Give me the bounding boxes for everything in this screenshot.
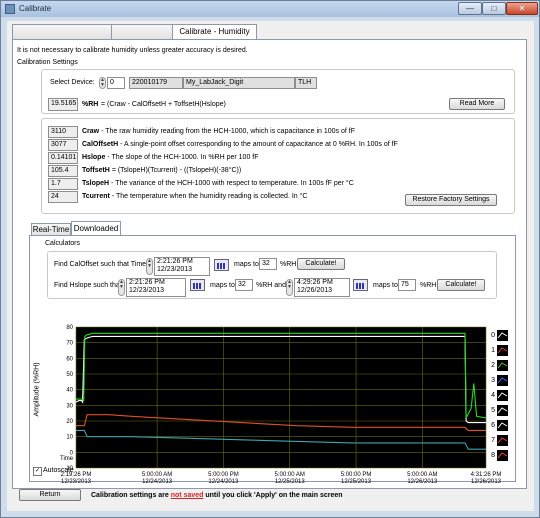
tab-calibrate-humidity[interactable]: Calibrate - Humidity bbox=[172, 24, 257, 40]
x-tick-date: 12/23/2013 bbox=[61, 479, 92, 485]
tab-1[interactable] bbox=[12, 24, 112, 39]
y-tick-label: 40 bbox=[66, 388, 73, 394]
x-tick-date: 12/26/2013 bbox=[407, 479, 438, 485]
calibrate-window: Calibrate — □ ✕ Calibrate - Humidity It … bbox=[0, 0, 540, 518]
x-tick-label: 5:00:00 PM bbox=[208, 472, 239, 478]
maximize-button[interactable]: □ bbox=[482, 2, 506, 15]
x-tick-label: 5:00:00 PM bbox=[341, 472, 372, 478]
legend-label: 4 bbox=[491, 392, 495, 399]
x-tick-label: 5:00:00 AM bbox=[407, 472, 437, 478]
plot-background bbox=[76, 327, 486, 468]
legend-label: 8 bbox=[491, 452, 495, 459]
window-title: Calibrate bbox=[19, 4, 52, 13]
y-tick-label: 50 bbox=[66, 372, 73, 378]
client-area: Calibrate - Humidity It is not necessary… bbox=[7, 21, 534, 511]
y-tick-label: 10 bbox=[66, 435, 73, 441]
return-button[interactable]: Return bbox=[19, 489, 81, 501]
humidity-tab-panel: It is not necessary to calibrate humidit… bbox=[12, 39, 527, 489]
tab-2[interactable] bbox=[111, 24, 173, 39]
legend-label: 0 bbox=[491, 332, 495, 339]
legend-label: 7 bbox=[491, 437, 495, 444]
x-tick-date: 12/24/2013 bbox=[142, 479, 173, 485]
x-tick-label: 5:00:00 AM bbox=[275, 472, 305, 478]
x-tick-date: 12/24/2013 bbox=[208, 479, 239, 485]
save-warning: Calibration settings are not saved until… bbox=[91, 492, 343, 499]
y-tick-label: 70 bbox=[66, 341, 73, 347]
y-tick-label: 20 bbox=[66, 419, 73, 425]
legend-label: 1 bbox=[491, 347, 495, 354]
y-tick-label: 30 bbox=[66, 403, 73, 409]
x-tick-label: 5:00:00 AM bbox=[142, 472, 172, 478]
x-tick-date: 12/25/2013 bbox=[341, 479, 372, 485]
humidity-chart: 80706050403020100-102:19:26 PM12/23/2013… bbox=[61, 325, 508, 485]
app-icon bbox=[5, 4, 15, 14]
legend-label: 3 bbox=[491, 377, 495, 384]
x-tick-date: 12/26/2013 bbox=[471, 479, 502, 485]
title-bar: Calibrate — □ ✕ bbox=[1, 1, 539, 17]
x-tick-label: 2:19:26 PM bbox=[61, 472, 92, 478]
legend-label: 6 bbox=[491, 422, 495, 429]
x-tick-date: 12/25/2013 bbox=[275, 479, 306, 485]
close-button[interactable]: ✕ bbox=[506, 2, 538, 15]
minimize-button[interactable]: — bbox=[458, 2, 482, 15]
legend-label: 2 bbox=[491, 362, 495, 369]
y-tick-label: 80 bbox=[66, 325, 73, 331]
y-tick-label: 60 bbox=[66, 356, 73, 362]
legend-label: 5 bbox=[491, 407, 495, 414]
x-tick-label: 4:31:26 PM bbox=[471, 472, 502, 478]
y-tick-label: 0 bbox=[70, 450, 74, 456]
